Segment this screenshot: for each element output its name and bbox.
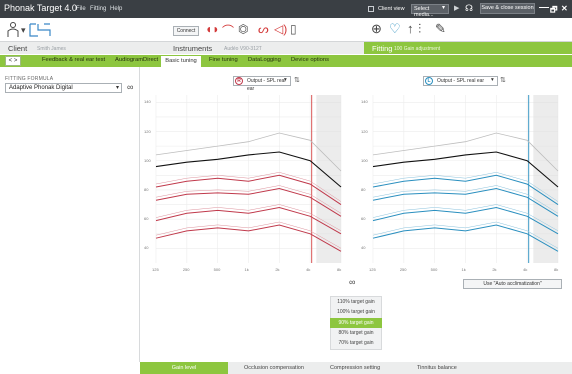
- person-icon[interactable]: [7, 22, 19, 38]
- bottom-tab-tinnitus[interactable]: Tinnitus balance: [417, 365, 457, 371]
- x-tick-label: 4k: [306, 267, 311, 272]
- y-tick-label: 120: [361, 128, 368, 134]
- client-view-label: Client view: [378, 6, 405, 12]
- fitting-formula-select[interactable]: Adaptive Phonak Digital: [5, 83, 122, 93]
- save-close-button[interactable]: Save & close session: [480, 3, 535, 14]
- fitting-label: Fitting: [372, 44, 393, 53]
- fitting-detail: 100 Gain adjustment: [394, 46, 441, 52]
- x-tick-label: 500: [430, 267, 438, 272]
- x-tick-label: 2k: [492, 267, 497, 272]
- gain-level-option[interactable]: 70% target gain: [330, 338, 382, 348]
- close-icon[interactable]: ✕: [561, 4, 568, 13]
- chevron-down-icon: ▾: [284, 77, 287, 83]
- y-tick-label: 60: [144, 216, 149, 222]
- client-icons: ▾: [7, 22, 51, 38]
- chevron-down-icon: ▾: [442, 5, 446, 11]
- gain-level-option[interactable]: 100% target gain: [330, 307, 382, 317]
- y-tick-label: 100: [361, 157, 368, 163]
- tab-audiogram-direct[interactable]: AudiogramDirect: [115, 57, 158, 63]
- client-view-checkbox[interactable]: [368, 6, 374, 12]
- audiogram-icon[interactable]: ↑: [407, 21, 414, 36]
- audio-icon[interactable]: ◁): [274, 22, 287, 36]
- tools-icon[interactable]: ✎: [435, 21, 446, 37]
- tab-device-options[interactable]: Device options: [291, 57, 329, 63]
- feedback-test-icon[interactable]: ⊕: [371, 21, 382, 37]
- y-tick-label: 40: [144, 245, 149, 251]
- bottom-tab-compression[interactable]: Compression setting: [330, 365, 380, 371]
- charger-icon[interactable]: ⏣: [238, 22, 248, 36]
- tab-nav-arrows[interactable]: < >: [5, 56, 21, 66]
- formula-heading: FITTING FORMULA: [5, 76, 54, 82]
- tube-icon[interactable]: ᔕ: [258, 22, 269, 36]
- bottom-tab-gain-level[interactable]: Gain level: [140, 362, 228, 374]
- y-tick-label: 140: [144, 99, 151, 105]
- x-tick-label: 1k: [461, 267, 466, 272]
- auto-acclimatization-button[interactable]: Use "Auto acclimatization": [463, 279, 562, 289]
- x-tick-label: 4k: [523, 267, 528, 272]
- menu-help[interactable]: Help: [110, 6, 122, 12]
- minimize-icon[interactable]: —: [539, 2, 549, 13]
- gain-level-option[interactable]: 110% target gain: [330, 297, 382, 307]
- high-frequency-region: [533, 95, 558, 263]
- tab-fine-tuning[interactable]: Fine tuning: [209, 57, 238, 63]
- left-ear-graph: [359, 91, 564, 267]
- app-title: Phonak Target 4.0: [4, 3, 77, 13]
- audiogram-icon[interactable]: [29, 23, 51, 37]
- x-tick-label: 8k: [337, 267, 342, 272]
- chevron-down-icon: ▾: [116, 85, 120, 91]
- y-tick-label: 100: [144, 157, 151, 163]
- x-tick-label: 1k: [244, 267, 249, 272]
- right-ear-graph: [142, 91, 347, 267]
- high-frequency-region: [316, 95, 341, 263]
- client-label: Client: [8, 44, 28, 53]
- x-tick-label: 125: [152, 267, 159, 272]
- equalizer-icon[interactable]: ⫶: [418, 21, 421, 37]
- menu-file[interactable]: File: [76, 6, 86, 12]
- left-panel: [0, 67, 140, 362]
- tab-datalogging[interactable]: DataLogging: [248, 57, 281, 63]
- restore-icon[interactable]: 🗗: [550, 4, 558, 18]
- plot-background: [142, 91, 347, 267]
- y-tick-label: 120: [144, 128, 151, 134]
- gain-level-option[interactable]: 80% target gain: [330, 328, 382, 338]
- instruments-detail: Audéo V90-312T: [224, 46, 262, 52]
- x-tick-label: 8k: [554, 267, 559, 272]
- headset-icon[interactable]: ☊: [465, 3, 473, 14]
- link-icon[interactable]: ∞: [127, 82, 133, 92]
- graph-settings-icon[interactable]: ⇅: [294, 76, 300, 84]
- y-tick-label: 140: [361, 99, 368, 105]
- play-icon[interactable]: ▶: [454, 4, 459, 12]
- menu-fitting[interactable]: Fitting: [90, 6, 106, 12]
- y-tick-label: 40: [361, 245, 366, 251]
- link-ears-icon[interactable]: ∞: [349, 277, 355, 287]
- bottom-tab-occlusion[interactable]: Occlusion compensation: [244, 365, 304, 371]
- x-tick-label: 2k: [275, 267, 280, 272]
- left-ear-badge: L: [425, 77, 433, 85]
- plot-background: [359, 91, 564, 267]
- x-tick-label: 500: [213, 267, 221, 272]
- receiver-icon[interactable]: ⌒: [222, 22, 234, 39]
- chevron-down-icon: ▾: [21, 25, 26, 35]
- right-ear-badge: R: [235, 77, 243, 85]
- graph-settings-icon[interactable]: ⇅: [500, 76, 506, 84]
- x-tick-label: 250: [399, 267, 407, 272]
- x-tick-label: 125: [369, 267, 376, 272]
- battery-icon[interactable]: ▯: [290, 22, 297, 36]
- hearing-aid-right-icon[interactable]: ◖◗: [205, 22, 220, 36]
- instruments-label: Instruments: [173, 44, 213, 53]
- client-name: Smith James: [37, 46, 66, 52]
- y-tick-label: 80: [361, 186, 366, 192]
- dome-icon[interactable]: ♡: [389, 21, 401, 37]
- chevron-down-icon: ▾: [491, 77, 494, 83]
- x-tick-label: 250: [182, 267, 190, 272]
- y-tick-label: 60: [361, 216, 366, 222]
- connect-button[interactable]: Connect: [173, 26, 199, 36]
- y-tick-label: 80: [144, 186, 149, 192]
- tab-basic-tuning[interactable]: Basic tuning: [161, 56, 201, 67]
- tab-feedback-real-ear[interactable]: Feedback & real ear test: [42, 57, 105, 63]
- left-output-select[interactable]: Output - SPL real ear: [423, 76, 498, 86]
- gain-level-option-selected[interactable]: 90% target gain: [330, 318, 382, 328]
